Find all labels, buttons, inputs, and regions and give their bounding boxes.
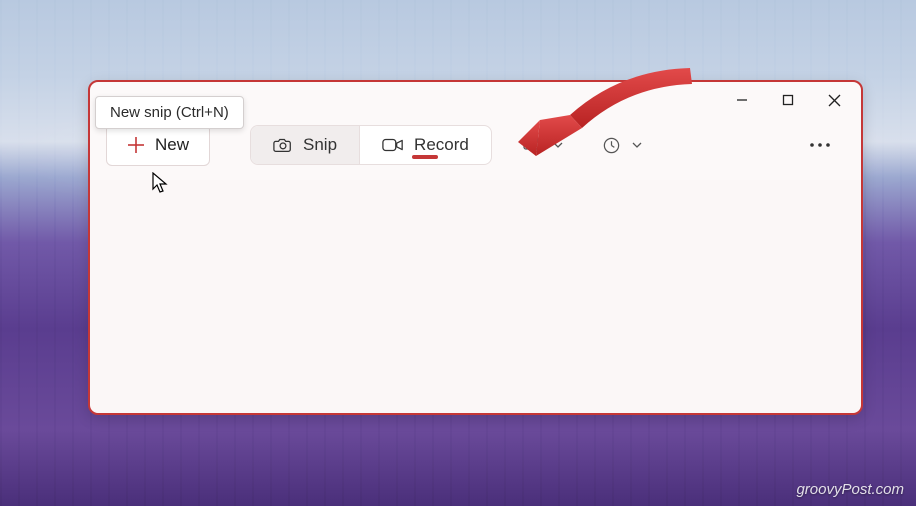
close-button[interactable]	[811, 84, 857, 116]
snip-mode-label: Snip	[303, 135, 337, 155]
video-icon	[382, 137, 404, 153]
new-button-tooltip: New snip (Ctrl+N)	[95, 96, 244, 129]
record-mode-label: Record	[414, 135, 469, 155]
snipping-tool-window: New Snip Record	[88, 80, 863, 415]
clock-icon	[602, 136, 621, 155]
minimize-icon	[736, 94, 748, 106]
new-button[interactable]: New	[106, 124, 210, 166]
mouse-cursor-icon	[152, 172, 170, 196]
close-icon	[828, 94, 841, 107]
maximize-icon	[782, 94, 794, 106]
chevron-down-icon	[552, 139, 564, 151]
plus-icon	[127, 136, 145, 154]
record-mode-button[interactable]: Record	[360, 126, 491, 164]
snip-shape-dropdown[interactable]	[516, 129, 570, 161]
record-active-indicator	[412, 155, 438, 159]
maximize-button[interactable]	[765, 84, 811, 116]
watermark-text: groovyPost.com	[796, 481, 904, 498]
tooltip-text: New snip (Ctrl+N)	[110, 104, 229, 121]
canvas-area	[90, 180, 861, 413]
more-options-button[interactable]	[803, 135, 845, 155]
mode-segmented-control: Snip Record	[250, 125, 492, 165]
snip-mode-button[interactable]: Snip	[251, 126, 359, 164]
camera-icon	[273, 136, 293, 154]
delay-dropdown[interactable]	[596, 130, 649, 161]
minimize-button[interactable]	[719, 84, 765, 116]
chevron-down-icon	[631, 139, 643, 151]
new-button-label: New	[155, 135, 189, 155]
ellipsis-icon	[809, 141, 831, 149]
rectangle-snip-icon	[522, 135, 542, 155]
